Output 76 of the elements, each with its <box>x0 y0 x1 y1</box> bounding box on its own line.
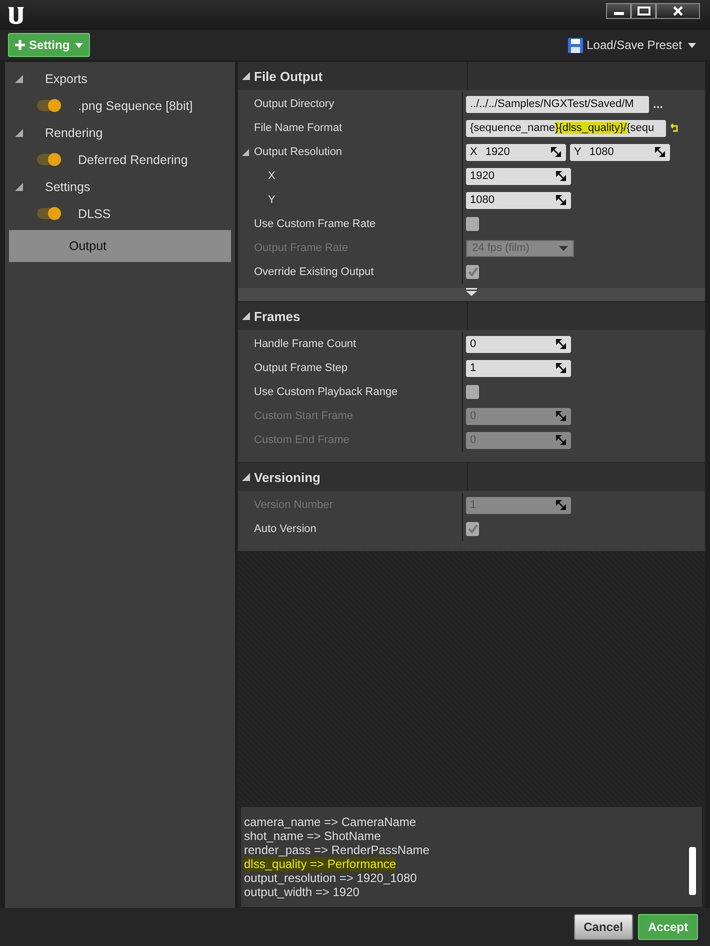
token-line: shot_name => ShotName <box>244 829 381 843</box>
drag-handle-icon[interactable] <box>556 434 566 444</box>
number-field[interactable]: 1080 <box>466 192 571 208</box>
toggle-switch[interactable] <box>37 208 61 219</box>
token-line: render_pass => RenderPassName <box>244 843 430 857</box>
section-header[interactable]: File Output <box>254 68 323 84</box>
browse-button[interactable]: ... <box>653 97 664 111</box>
property-label: Output Frame Step <box>254 362 348 374</box>
property-label: Custom End Frame <box>254 434 350 446</box>
toggle-switch[interactable] <box>37 154 61 165</box>
caret-icon <box>559 246 568 250</box>
show-advanced-icon[interactable] <box>466 288 477 296</box>
setting-item[interactable]: DLSS <box>78 206 111 220</box>
expand-arrow-icon[interactable] <box>242 148 249 156</box>
expand-arrow-icon[interactable] <box>242 312 250 320</box>
expand-arrow-icon[interactable] <box>242 72 250 80</box>
drag-handle-icon[interactable] <box>556 194 566 204</box>
caret-icon <box>74 42 83 48</box>
property-label: Handle Frame Count <box>254 338 356 350</box>
token-line: camera_name => CameraName <box>244 815 416 829</box>
maximize-button[interactable] <box>631 3 656 19</box>
number-field[interactable]: 1 <box>466 360 571 376</box>
drag-handle-icon[interactable] <box>556 170 566 180</box>
property-label: X <box>268 170 276 182</box>
section-header[interactable]: Versioning <box>254 470 320 484</box>
expand-arrow-icon[interactable] <box>15 182 23 190</box>
drag-handle-icon[interactable] <box>655 146 665 156</box>
scrollbar-thumb[interactable] <box>689 847 696 895</box>
x-field[interactable]: X 1920 <box>466 144 566 160</box>
category-label[interactable]: Rendering <box>45 126 103 140</box>
logo-icon <box>8 6 24 24</box>
property-label: Y <box>268 194 276 206</box>
maximize-icon <box>636 6 650 16</box>
expand-arrow-icon[interactable] <box>242 473 250 481</box>
drag-handle-icon[interactable] <box>556 410 566 420</box>
plus-icon <box>15 40 25 50</box>
minimize-button[interactable] <box>606 3 631 19</box>
checkbox[interactable] <box>466 385 479 399</box>
close-icon <box>672 5 684 17</box>
preset-button[interactable]: Load/Save Preset <box>562 36 702 54</box>
close-button[interactable] <box>656 3 700 19</box>
property-label: Override Existing Output <box>254 266 374 278</box>
section-header[interactable]: Frames <box>254 308 300 324</box>
y-field[interactable]: Y 1080 <box>570 144 670 160</box>
token-line: output_width => 1920 <box>244 885 360 899</box>
expand-arrow-icon[interactable] <box>15 128 23 136</box>
property-label: Output Directory <box>254 98 334 110</box>
drag-handle-icon[interactable] <box>556 362 566 372</box>
drag-handle-icon[interactable] <box>556 500 566 510</box>
setting-item[interactable]: Deferred Rendering <box>78 152 188 166</box>
category-label[interactable]: Exports <box>45 72 88 86</box>
category-label[interactable]: Settings <box>45 180 90 194</box>
directory-field[interactable]: ../../../Samples/NGXTest/Saved/M <box>466 96 649 112</box>
drag-handle-icon[interactable] <box>551 146 561 156</box>
property-label: Auto Version <box>254 523 316 535</box>
reset-icon[interactable] <box>670 123 680 133</box>
property-label: Use Custom Frame Rate <box>254 218 376 230</box>
page-item[interactable]: Output <box>9 230 231 262</box>
toggle-switch[interactable] <box>37 100 61 111</box>
property-label: Use Custom Playback Range <box>254 386 398 398</box>
number-field[interactable]: 0 <box>466 336 571 352</box>
expand-arrow-icon[interactable] <box>15 74 23 82</box>
checkbox[interactable] <box>466 522 479 536</box>
checkbox[interactable] <box>466 217 479 231</box>
property-label: Output Frame Rate <box>254 242 348 254</box>
checkbox[interactable] <box>466 265 479 279</box>
property-label: Version Number <box>254 499 333 511</box>
property-label: Output Resolution <box>254 146 342 158</box>
property-label: Custom Start Frame <box>254 410 354 422</box>
property-label: File Name Format <box>254 122 342 134</box>
drag-handle-icon[interactable] <box>556 338 566 348</box>
token-line: output_resolution => 1920_1080 <box>244 871 417 885</box>
number-field[interactable]: 1920 <box>466 168 571 184</box>
setting-item[interactable]: .png Sequence [8bit] <box>78 98 193 112</box>
caret-icon <box>688 42 696 48</box>
cancel-button[interactable]: Cancel <box>574 914 633 940</box>
